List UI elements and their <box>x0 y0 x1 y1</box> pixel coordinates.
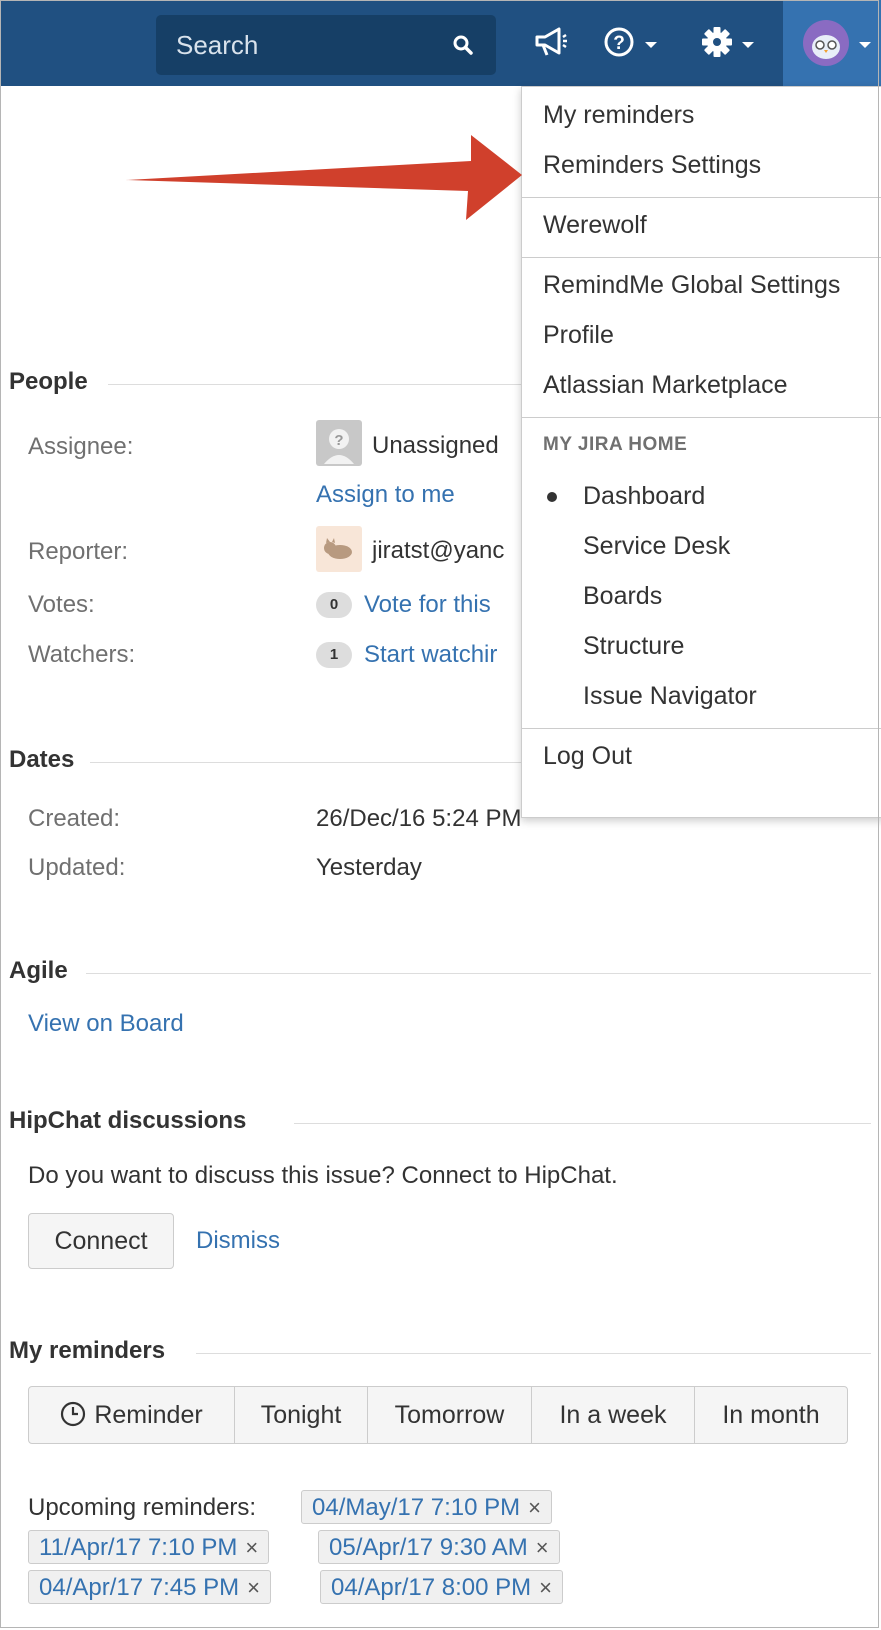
in-a-week-button[interactable]: In a week <box>532 1387 695 1443</box>
chevron-down-icon <box>645 42 657 48</box>
menu-divider <box>522 257 881 258</box>
section-title-my-reminders: My reminders <box>9 1337 166 1364</box>
chevron-down-icon <box>859 42 871 48</box>
remove-reminder-icon[interactable]: × <box>536 1535 549 1560</box>
reminder-chip-date[interactable]: 11/Apr/17 7:10 PM <box>39 1534 237 1561</box>
start-watching-link[interactable]: Start watchir <box>364 641 497 669</box>
menu-item-service-desk[interactable]: Service Desk <box>583 532 730 561</box>
section-title-dates: Dates <box>9 746 75 773</box>
reminder-chip-date[interactable]: 04/May/17 7:10 PM <box>312 1494 520 1521</box>
reminder-button[interactable]: Reminder <box>29 1387 235 1443</box>
reminder-chip-date[interactable]: 04/Apr/17 8:00 PM <box>331 1574 531 1601</box>
created-label: Created: <box>28 805 121 832</box>
remove-reminder-icon[interactable]: × <box>245 1535 258 1560</box>
top-navigation-bar: Search ? <box>0 0 881 86</box>
updated-value: Yesterday <box>316 854 422 881</box>
watchers-label: Watchers: <box>28 641 136 668</box>
reminder-chip[interactable]: 04/May/17 7:10 PM × <box>301 1490 552 1524</box>
updated-label: Updated: <box>28 854 126 881</box>
reminder-chip-date[interactable]: 04/Apr/17 7:45 PM <box>39 1574 239 1601</box>
reminder-chip-date[interactable]: 05/Apr/17 9:30 AM <box>329 1534 528 1561</box>
in-month-button[interactable]: In month <box>695 1387 847 1443</box>
section-divider <box>108 384 521 385</box>
section-divider <box>196 1353 871 1354</box>
menu-item-issue-navigator[interactable]: Issue Navigator <box>583 682 757 711</box>
menu-item-boards[interactable]: Boards <box>583 582 662 611</box>
assign-to-me-link[interactable]: Assign to me <box>316 481 455 509</box>
upcoming-reminders-label: Upcoming reminders: <box>28 1494 257 1521</box>
help-icon: ? <box>604 27 634 57</box>
view-on-board-link[interactable]: View on Board <box>28 1010 184 1038</box>
reporter-value[interactable]: jiratst@yanc <box>372 537 504 565</box>
section-divider <box>86 973 871 974</box>
user-avatar <box>803 20 849 66</box>
watchers-count-badge: 1 <box>316 642 352 668</box>
chevron-down-icon <box>742 42 754 48</box>
menu-item-reminders-settings[interactable]: Reminders Settings <box>543 151 761 180</box>
clock-icon <box>61 1401 86 1427</box>
reminder-chip[interactable]: 04/Apr/17 7:45 PM × <box>28 1570 271 1604</box>
menu-item-remindme-global-settings[interactable]: RemindMe Global Settings <box>543 271 840 300</box>
user-dropdown-menu: My reminders Reminders Settings Werewolf… <box>521 86 881 818</box>
assignee-value: Unassigned <box>372 432 499 459</box>
reminder-chip[interactable]: 11/Apr/17 7:10 PM × <box>28 1530 270 1564</box>
created-value: 26/Dec/16 5:24 PM <box>316 805 522 832</box>
assignee-label: Assignee: <box>28 433 134 460</box>
menu-divider <box>522 728 881 729</box>
reminder-button-label: Reminder <box>94 1401 203 1429</box>
dismiss-link[interactable]: Dismiss <box>196 1227 280 1255</box>
menu-item-log-out[interactable]: Log Out <box>543 742 632 771</box>
svg-text:?: ? <box>334 432 343 449</box>
megaphone-icon[interactable] <box>533 22 569 62</box>
selected-bullet-icon <box>547 492 557 502</box>
menu-user-name[interactable]: Werewolf <box>543 211 647 240</box>
menu-item-my-reminders[interactable]: My reminders <box>543 101 694 130</box>
tonight-button[interactable]: Tonight <box>235 1387 368 1443</box>
search-input[interactable]: Search <box>156 15 496 75</box>
reminder-chip[interactable]: 04/Apr/17 8:00 PM × <box>320 1570 563 1604</box>
reminder-button-group: Reminder Tonight Tomorrow In a week In m… <box>28 1386 848 1444</box>
section-divider <box>90 762 521 763</box>
search-icon[interactable] <box>452 34 474 56</box>
remove-reminder-icon[interactable]: × <box>247 1575 260 1600</box>
menu-item-structure[interactable]: Structure <box>583 632 684 661</box>
gear-icon <box>702 27 732 57</box>
reminder-chip[interactable]: 05/Apr/17 9:30 AM × <box>318 1530 560 1564</box>
remove-reminder-icon[interactable]: × <box>539 1575 552 1600</box>
menu-item-profile[interactable]: Profile <box>543 321 614 350</box>
remove-reminder-icon[interactable]: × <box>528 1495 541 1520</box>
menu-divider <box>522 417 881 418</box>
user-menu-button[interactable] <box>783 0 881 86</box>
menu-item-atlassian-marketplace[interactable]: Atlassian Marketplace <box>543 371 788 400</box>
vote-link[interactable]: Vote for this <box>364 591 491 619</box>
section-title-people: People <box>9 368 88 395</box>
section-title-agile: Agile <box>9 957 68 984</box>
menu-divider <box>522 197 881 198</box>
votes-label: Votes: <box>28 591 95 618</box>
annotation-arrow <box>126 135 522 220</box>
votes-count-badge: 0 <box>316 592 352 618</box>
reporter-label: Reporter: <box>28 538 129 565</box>
section-title-hipchat: HipChat discussions <box>9 1107 247 1134</box>
section-divider <box>294 1123 871 1124</box>
unassigned-avatar-icon: ? <box>316 420 362 466</box>
menu-item-dashboard[interactable]: Dashboard <box>583 482 705 511</box>
svg-text:?: ? <box>613 33 625 54</box>
menu-heading-my-jira-home: MY JIRA HOME <box>543 434 688 455</box>
search-placeholder: Search <box>176 30 259 60</box>
tomorrow-button[interactable]: Tomorrow <box>368 1387 532 1443</box>
reporter-avatar <box>316 526 362 572</box>
connect-button[interactable]: Connect <box>28 1213 174 1269</box>
hipchat-prompt: Do you want to discuss this issue? Conne… <box>28 1162 618 1189</box>
